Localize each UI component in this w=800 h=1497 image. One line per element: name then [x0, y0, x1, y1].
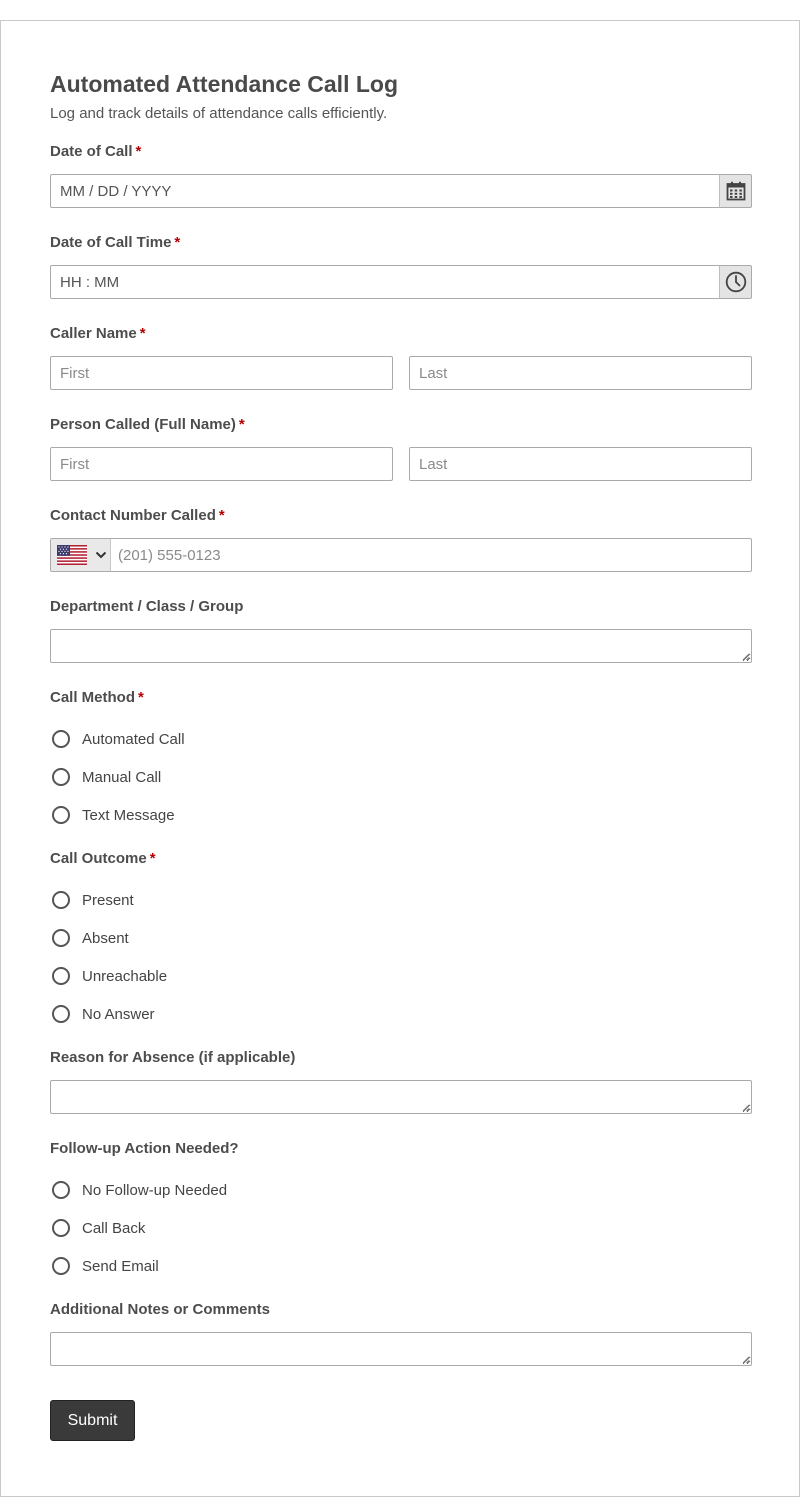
- call-outcome-label-text: Call Outcome: [50, 850, 147, 867]
- radio-option-send-email[interactable]: Send Email: [50, 1255, 159, 1277]
- required-marker: *: [149, 850, 156, 867]
- call-outcome-label: Call Outcome *: [50, 850, 156, 867]
- required-marker: *: [218, 507, 225, 524]
- call-method-label: Call Method *: [50, 689, 144, 706]
- radio-option-label: Text Message: [82, 806, 175, 824]
- required-marker: *: [138, 689, 144, 706]
- radio-option-no-answer[interactable]: No Answer: [50, 1003, 155, 1025]
- radio-option-manual-call[interactable]: Manual Call: [50, 766, 161, 788]
- chevron-down-icon: [95, 551, 107, 559]
- call-time-label: Date of Call Time *: [50, 234, 180, 251]
- calendar-icon: [726, 181, 745, 201]
- person-called-last-name-input[interactable]: [409, 447, 752, 481]
- radio-option-text-message[interactable]: Text Message: [50, 804, 175, 826]
- person-called-label: Person Called (Full Name) *: [50, 416, 245, 433]
- reason-absence-label: Reason for Absence (if applicable): [50, 1049, 296, 1066]
- radio-option-present[interactable]: Present: [50, 889, 134, 911]
- radio-button[interactable]: [52, 730, 70, 748]
- radio-button[interactable]: [52, 967, 70, 985]
- form-description: Log and track details of attendance call…: [50, 105, 388, 122]
- radio-option-absent[interactable]: Absent: [50, 927, 129, 949]
- date-of-call-label: Date of Call *: [50, 143, 141, 160]
- radio-button[interactable]: [52, 929, 70, 947]
- required-marker: *: [174, 234, 181, 251]
- person-called-label-text: Person Called (Full Name): [50, 416, 236, 433]
- country-code-select[interactable]: [51, 539, 111, 571]
- department-label: Department / Class / Group: [50, 598, 244, 615]
- call-time-label-text: Date of Call Time: [50, 234, 172, 251]
- clock-icon: [725, 271, 746, 293]
- notes-textarea[interactable]: [50, 1332, 752, 1366]
- date-picker-button[interactable]: [719, 174, 752, 208]
- radio-option-label: No Answer: [82, 1005, 155, 1023]
- contact-number-label-text: Contact Number Called: [50, 507, 216, 524]
- radio-option-label: Automated Call: [82, 730, 185, 748]
- date-of-call-label-text: Date of Call: [50, 143, 133, 160]
- caller-first-name-input[interactable]: [50, 356, 393, 390]
- time-picker-button[interactable]: [719, 265, 752, 299]
- radio-button[interactable]: [52, 1219, 70, 1237]
- caller-last-name-input[interactable]: [409, 356, 752, 390]
- required-marker: *: [238, 416, 245, 433]
- phone-number-input[interactable]: [111, 539, 751, 571]
- caller-name-label: Caller Name *: [50, 325, 146, 342]
- call-time-input[interactable]: [50, 265, 720, 299]
- form-title: Automated Attendance Call Log: [50, 71, 398, 97]
- radio-option-label: Send Email: [82, 1257, 159, 1275]
- radio-option-label: Absent: [82, 929, 129, 947]
- submit-button[interactable]: Submit: [50, 1400, 135, 1441]
- radio-button[interactable]: [52, 806, 70, 824]
- contact-number-label: Contact Number Called *: [50, 507, 225, 524]
- call-method-label-text: Call Method: [50, 689, 135, 706]
- radio-button[interactable]: [52, 768, 70, 786]
- radio-option-label: Unreachable: [82, 967, 168, 985]
- date-of-call-input[interactable]: [50, 174, 720, 208]
- radio-option-label: Present: [82, 891, 134, 909]
- radio-option-call-back[interactable]: Call Back: [50, 1217, 145, 1239]
- required-marker: *: [139, 325, 146, 342]
- radio-button[interactable]: [52, 1181, 70, 1199]
- radio-option-unreachable[interactable]: Unreachable: [50, 965, 167, 987]
- radio-option-automated-call[interactable]: Automated Call: [50, 728, 185, 750]
- form-card: Automated Attendance Call Log Log and tr…: [0, 20, 800, 1497]
- radio-option-label: No Follow-up Needed: [82, 1181, 228, 1199]
- required-marker: *: [135, 143, 142, 160]
- phone-field: [50, 538, 752, 572]
- department-textarea[interactable]: [50, 629, 752, 663]
- radio-button[interactable]: [52, 1257, 70, 1275]
- caller-name-label-text: Caller Name: [50, 325, 137, 342]
- reason-absence-textarea[interactable]: [50, 1080, 752, 1114]
- radio-button[interactable]: [52, 1005, 70, 1023]
- follow-up-label: Follow-up Action Needed?: [50, 1140, 239, 1157]
- radio-option-no-follow-up[interactable]: No Follow-up Needed: [50, 1179, 227, 1201]
- radio-option-label: Call Back: [82, 1219, 146, 1237]
- radio-button[interactable]: [52, 891, 70, 909]
- radio-option-label: Manual Call: [82, 768, 162, 786]
- notes-label: Additional Notes or Comments: [50, 1301, 271, 1318]
- us-flag-icon: [57, 545, 87, 565]
- person-called-first-name-input[interactable]: [50, 447, 393, 481]
